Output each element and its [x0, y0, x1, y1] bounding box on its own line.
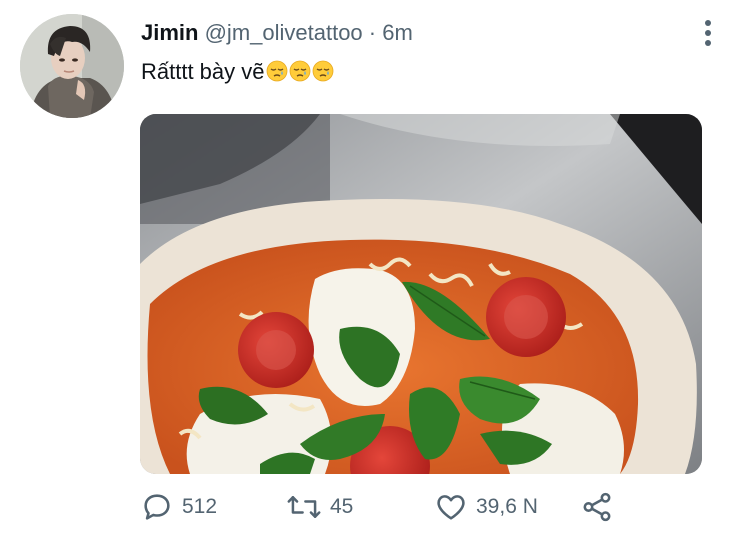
sleepy-face-emoji	[266, 60, 288, 89]
tweet-text-content: Rấtttt bày vẽ	[141, 59, 265, 84]
tweet-text: Rấtttt bày vẽ	[141, 58, 334, 89]
retweet-count: 45	[330, 495, 354, 518]
retweet-button[interactable]: 45	[286, 490, 353, 524]
share-button[interactable]	[580, 490, 614, 524]
avatar[interactable]	[20, 14, 124, 118]
reply-button[interactable]: 512	[140, 490, 217, 524]
pizza-photo	[140, 114, 702, 474]
separator-dot: ·	[368, 20, 377, 45]
reply-count: 512	[182, 495, 218, 518]
author-handle[interactable]: @jm_olivetattoo	[205, 20, 363, 45]
more-icon[interactable]	[697, 18, 719, 48]
tweet-actions: 512 45 39,6 N	[140, 490, 700, 524]
tweet-media-image[interactable]	[140, 114, 702, 474]
reply-icon	[140, 490, 174, 524]
retweet-icon	[286, 490, 322, 524]
sleepy-face-emoji	[312, 60, 334, 89]
author-name[interactable]: Jimin	[141, 20, 198, 45]
like-icon	[434, 490, 468, 524]
share-icon	[580, 490, 614, 524]
like-button[interactable]: 39,6 N	[434, 490, 538, 524]
sleepy-face-emoji	[289, 60, 311, 89]
like-count: 39,6 N	[476, 495, 538, 518]
avatar-image	[20, 14, 124, 118]
tweet-timestamp[interactable]: 6m	[382, 20, 413, 45]
tweet-header: Jimin @jm_olivetattoo · 6m	[141, 20, 413, 46]
